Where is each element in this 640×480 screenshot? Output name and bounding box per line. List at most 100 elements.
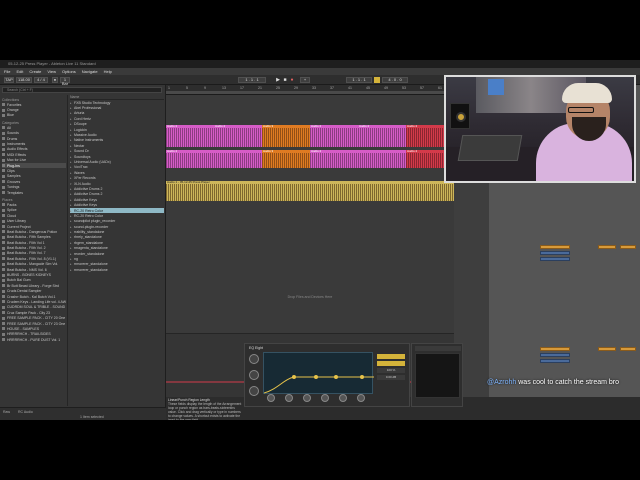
scale-value[interactable]: 100 % bbox=[377, 368, 405, 373]
sidebar-item-label: Grooves bbox=[7, 179, 21, 184]
selection-count: 1 Item selected bbox=[80, 415, 104, 419]
track-audio-1[interactable]: Audio 1 - 05-12-25 Press Player bbox=[166, 181, 454, 201]
folder-icon bbox=[2, 262, 5, 266]
gain-value[interactable]: 0.00 dB bbox=[377, 375, 405, 380]
track-volume-slot[interactable] bbox=[598, 347, 616, 351]
record-icon[interactable]: ● bbox=[289, 77, 295, 83]
menu-item-help[interactable]: Help bbox=[104, 68, 112, 75]
folder-icon bbox=[2, 108, 5, 112]
folder-icon bbox=[2, 169, 5, 173]
track-audio-3[interactable]: Audio 2 Audio 3 Audio 2 Audio 2 bbox=[166, 150, 454, 168]
studio-monitor bbox=[450, 103, 470, 129]
stop-icon[interactable]: ■ bbox=[282, 77, 288, 83]
band-4-knob[interactable] bbox=[321, 394, 329, 402]
folder-icon bbox=[2, 208, 5, 212]
clip[interactable]: Audio 1 - 05-12-25 Press Player bbox=[166, 181, 454, 201]
list-item-label: rrmorerer_standalone bbox=[74, 267, 108, 272]
menu-item-create[interactable]: Create bbox=[29, 68, 41, 75]
sidebar-item-label: Cruz Sample Pack - City 23 bbox=[7, 310, 50, 315]
scale-knob[interactable] bbox=[249, 370, 259, 380]
overdub-button[interactable]: + bbox=[300, 77, 310, 83]
loop-start-field[interactable]: 1 . 1 . 1 bbox=[346, 77, 372, 83]
gain-knob[interactable] bbox=[249, 354, 259, 364]
sidebar-item[interactable]: FREE SAMPLE PACK - CITY 20 One bbox=[2, 315, 66, 320]
track-send-slot[interactable] bbox=[540, 359, 570, 363]
folder-icon bbox=[2, 305, 5, 309]
arrangement-position-field[interactable]: 1 . 1 . 1 bbox=[238, 77, 266, 83]
bar-number: 57 bbox=[420, 86, 424, 90]
clip[interactable]: Audio 3 bbox=[262, 150, 310, 168]
list-item-label: rrmorerer_standalone bbox=[74, 262, 108, 267]
tap-button[interactable]: TAP bbox=[4, 77, 14, 83]
track-send-slot[interactable] bbox=[540, 353, 570, 357]
band-6-knob[interactable] bbox=[357, 394, 365, 402]
time-signature-field[interactable]: 4 / 4 bbox=[34, 77, 48, 83]
menu-item-edit[interactable]: Edit bbox=[16, 68, 23, 75]
streamer-hat bbox=[562, 83, 612, 103]
sidebar-item[interactable]: FREE SAMPLE PACK - CITY 23 One bbox=[2, 321, 66, 326]
play-icon[interactable]: ▶ bbox=[275, 77, 281, 83]
folder-icon bbox=[2, 338, 5, 342]
list-item[interactable]: ▸ rrmorerer_standalone bbox=[70, 267, 164, 272]
track-audio-2[interactable]: Audio 2 Audio 2 Audio 3 Audio 2 Audio 2 … bbox=[166, 125, 454, 147]
folder-icon bbox=[2, 147, 5, 151]
sidebar-item[interactable]: Templates bbox=[2, 190, 66, 195]
sidebar-item[interactable]: HRRRRHCH - PURE DUST Vol. 1 bbox=[2, 337, 66, 342]
sidebar-item[interactable]: Beat Butcha - Dangerous Potion bbox=[2, 229, 66, 234]
bar-number: 1 bbox=[168, 86, 170, 90]
menu-item-navigate[interactable]: Navigate bbox=[82, 68, 98, 75]
band-3-knob[interactable] bbox=[303, 394, 311, 402]
eq-eight-device[interactable]: EQ Eight 100 % 0.00 dB bbox=[244, 343, 410, 407]
sidebar-item-label: Beat Butcha - NMS Vol. 6 bbox=[7, 267, 47, 272]
track-send-slot[interactable] bbox=[540, 251, 570, 255]
band-2-knob[interactable] bbox=[285, 394, 293, 402]
clip[interactable]: Audio 3 bbox=[262, 125, 310, 147]
track-volume-slot[interactable] bbox=[598, 245, 616, 249]
band-controls bbox=[245, 394, 411, 406]
loop-switch[interactable] bbox=[374, 77, 380, 83]
spectrum-device[interactable] bbox=[411, 343, 463, 407]
list-item-label: Cord Hertz bbox=[74, 116, 91, 121]
quantize-menu[interactable]: 1 Bar bbox=[60, 77, 70, 86]
menu-item-options[interactable]: Options bbox=[62, 68, 76, 75]
sidebar-item[interactable]: CUDRDM SOUL & TRIBLE - SOUND 2 bbox=[2, 305, 66, 310]
band-5-knob[interactable] bbox=[339, 394, 347, 402]
folder-icon bbox=[2, 113, 5, 117]
menu-item-file[interactable]: File bbox=[4, 68, 10, 75]
mode-button[interactable] bbox=[377, 354, 405, 359]
sidebar-item-label: FREE SAMPLE PACK - CITY 23 One bbox=[7, 321, 66, 326]
metronome-button[interactable]: ● bbox=[52, 77, 58, 83]
clip[interactable]: Audio 2 bbox=[166, 150, 262, 168]
track-volume-slot[interactable] bbox=[620, 347, 636, 351]
sidebar-item[interactable]: Br Butt Beast Library - Forge Strd bbox=[2, 283, 66, 288]
clip[interactable]: Audio 2 bbox=[310, 125, 358, 147]
track-send-slot[interactable] bbox=[540, 245, 570, 249]
track-volume-slot[interactable] bbox=[620, 245, 636, 249]
sidebar-item-label: Favorites bbox=[7, 102, 22, 107]
clip[interactable]: Audio 2 bbox=[166, 125, 214, 147]
tempo-field[interactable]: 118.00 bbox=[16, 77, 32, 83]
sidebar-item[interactable]: Crudem Keys - Landing Life vol. 4 AW bbox=[2, 299, 66, 304]
folder-icon bbox=[2, 251, 5, 255]
menu-item-view[interactable]: View bbox=[47, 68, 56, 75]
eq-display[interactable] bbox=[263, 352, 374, 395]
loop-length-field[interactable]: 4 . 0 . 0 bbox=[382, 77, 408, 83]
info-view: Linear/Punch Region Length These fields … bbox=[166, 397, 244, 420]
timeline-ruler[interactable]: 1 5 9 13 17 21 25 29 33 37 41 45 49 53 57 61 bbox=[166, 85, 454, 95]
track-send-slot[interactable] bbox=[540, 347, 570, 351]
adapt-q-button[interactable] bbox=[377, 361, 405, 366]
list-item-label: Massive Audio bbox=[74, 133, 97, 138]
eq-curve[interactable] bbox=[263, 353, 374, 395]
loop-brace[interactable] bbox=[166, 91, 454, 94]
bar-number: 49 bbox=[384, 86, 388, 90]
list-item-label: Universal Audio (UADx) bbox=[74, 159, 111, 164]
sidebar-item[interactable]: Beat Butcha - Mangacle Sim Vol. bbox=[2, 262, 66, 267]
track-send-slot[interactable] bbox=[540, 257, 570, 261]
clip[interactable]: Audio 2 bbox=[310, 150, 406, 168]
clip[interactable]: Audio 2 bbox=[214, 125, 262, 147]
browser-search-input[interactable]: Search (Ctrl + F) bbox=[2, 87, 162, 93]
band-1-knob[interactable] bbox=[267, 394, 275, 402]
list-item-label: Vox/Trax bbox=[74, 165, 88, 170]
clip[interactable]: Audio 2 bbox=[358, 125, 406, 147]
sidebar-item[interactable]: Blue bbox=[2, 113, 66, 118]
